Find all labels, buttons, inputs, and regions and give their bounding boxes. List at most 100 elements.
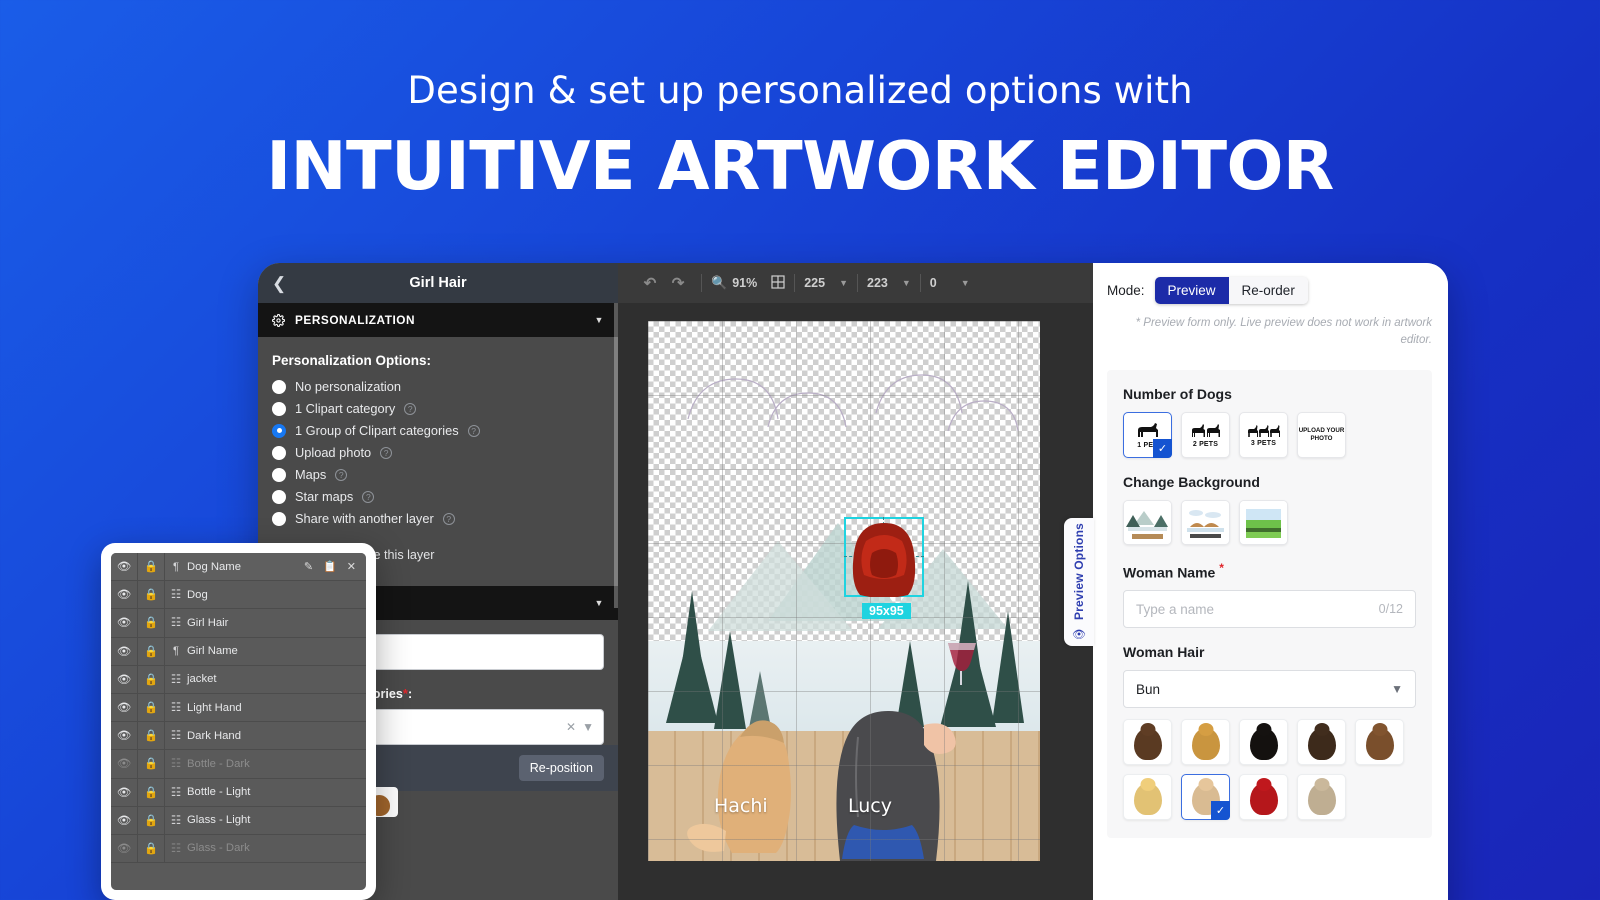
one-pet-tile[interactable]: 1 PET ✓ <box>1123 411 1172 458</box>
chevron-down-icon[interactable]: ▼ <box>839 278 848 288</box>
pencil-icon[interactable]: ✎ <box>304 560 313 573</box>
eye-icon[interactable]: 👁 <box>111 581 138 609</box>
radio-share-with-another-layer[interactable] <box>272 511 286 526</box>
upload-your-photo-tile[interactable]: UPLOAD YOUR PHOTO <box>1297 411 1346 458</box>
two-pets-tile[interactable]: 2 PETS <box>1181 411 1230 458</box>
eye-icon[interactable]: 👁 <box>111 637 138 665</box>
hair-swatch-dark-brown[interactable] <box>1123 719 1172 766</box>
option-1-clipart-category[interactable]: 1 Clipart category ? <box>272 401 604 416</box>
eye-icon[interactable]: 👁 <box>111 806 138 834</box>
table-row[interactable]: 👁 🔒 ☷ Glass - Dark <box>111 834 366 864</box>
table-row[interactable]: 👁 🔒 ☷ Bottle - Light <box>111 778 366 807</box>
mode-preview-button[interactable]: Preview <box>1154 277 1229 304</box>
undo-icon[interactable]: ↶ <box>636 274 664 292</box>
help-icon[interactable]: ? <box>442 512 455 525</box>
radio-1-group-of-clipart-categories[interactable] <box>272 423 286 438</box>
chevron-down-icon[interactable]: ▼ <box>1391 682 1403 696</box>
chevron-down-icon[interactable]: ▼ <box>961 278 970 288</box>
option-star-maps[interactable]: Star maps ? <box>272 489 604 504</box>
woman-name-input[interactable]: Type a name 0/12 <box>1123 590 1416 629</box>
lock-icon[interactable]: 🔒 <box>138 609 165 637</box>
preview-options-tab[interactable]: Preview Options 👁 <box>1064 518 1094 646</box>
mountain-lake-background-tile[interactable] <box>1123 499 1172 545</box>
help-icon[interactable]: ? <box>335 468 348 481</box>
hair-swatch-honey-blonde[interactable] <box>1181 719 1230 766</box>
hair-swatch-ash-blonde[interactable] <box>1297 774 1346 821</box>
eye-icon[interactable]: 👁 <box>111 693 138 722</box>
chevron-down-icon[interactable]: ▼ <box>595 598 604 608</box>
copy-icon[interactable]: 📋 <box>323 560 337 573</box>
table-row[interactable]: 👁 🔒 ☷ Light Hand <box>111 693 366 723</box>
personalization-section-header[interactable]: PERSONALIZATION ▼ <box>258 303 618 337</box>
width-control[interactable]: 225 ▼ <box>804 276 848 290</box>
help-icon[interactable]: ? <box>467 424 480 437</box>
dog-name-text[interactable]: Hachi <box>714 795 768 817</box>
hair-swatch-espresso[interactable] <box>1297 719 1346 766</box>
eye-icon[interactable]: 👁 <box>111 834 138 863</box>
eye-icon[interactable]: 👁 <box>111 750 138 778</box>
lock-icon[interactable]: 🔒 <box>138 778 165 806</box>
lock-icon[interactable]: 🔒 <box>138 806 165 834</box>
hair-swatch-red[interactable] <box>1239 774 1288 821</box>
radio-no-personalization[interactable] <box>272 379 286 394</box>
beach-background-tile[interactable] <box>1181 499 1230 545</box>
three-pets-tile[interactable]: 3 PETS <box>1239 411 1288 458</box>
required-marker: * <box>1219 560 1224 575</box>
artboard[interactable]: 95x95 Hachi Lucy <box>648 321 1040 861</box>
help-icon[interactable]: ? <box>362 490 375 503</box>
option-maps[interactable]: Maps ? <box>272 467 604 482</box>
green-field-background-tile[interactable] <box>1239 499 1288 545</box>
hair-swatch-black[interactable] <box>1239 719 1288 766</box>
eye-icon[interactable]: 👁 <box>111 778 138 806</box>
lock-icon[interactable]: 🔒 <box>138 553 165 581</box>
close-icon[interactable]: ✕ <box>347 560 356 573</box>
option-1-group-of-clipart-categories[interactable]: 1 Group of Clipart categories ? <box>272 423 604 438</box>
mode-reorder-button[interactable]: Re-order <box>1228 277 1308 304</box>
option-share-with-another-layer[interactable]: Share with another layer ? <box>272 511 604 526</box>
hair-swatch-golden-blonde[interactable] <box>1123 774 1172 821</box>
table-row[interactable]: 👁 🔒 ☷ Glass - Light <box>111 806 366 835</box>
radio-1-clipart-category[interactable] <box>272 401 286 416</box>
woman-name-title: Woman Name * <box>1123 561 1416 581</box>
redo-icon[interactable]: ↷ <box>664 274 692 292</box>
table-row[interactable]: 👁 🔒 ¶ Dog Name ✎ 📋 ✕ <box>111 553 366 582</box>
table-row[interactable]: 👁 🔒 ☷ Bottle - Dark <box>111 750 366 779</box>
table-row[interactable]: 👁 🔒 ☷ jacket <box>111 665 366 694</box>
reposition-button[interactable]: Re-position <box>518 755 604 781</box>
table-row[interactable]: 👁 🔒 ☷ Girl Hair <box>111 609 366 638</box>
help-icon[interactable]: ? <box>380 446 393 459</box>
rotation-control[interactable]: 0 ▼ <box>930 276 970 290</box>
hair-swatch-light-blonde[interactable]: ✓ <box>1181 774 1230 821</box>
chevron-down-icon[interactable]: ▼ <box>582 720 594 734</box>
chevron-down-icon[interactable]: ▼ <box>595 315 604 325</box>
eye-icon[interactable]: 👁 <box>111 665 138 693</box>
radio-maps[interactable] <box>272 467 286 482</box>
zoom-control[interactable]: 🔍 91% <box>711 275 757 291</box>
lock-icon[interactable]: 🔒 <box>138 750 165 778</box>
table-row[interactable]: 👁 🔒 ☷ Dog <box>111 581 366 610</box>
eye-icon[interactable]: 👁 <box>111 722 138 750</box>
woman-name-text[interactable]: Lucy <box>848 795 892 817</box>
lock-icon[interactable]: 🔒 <box>138 722 165 750</box>
radio-star-maps[interactable] <box>272 489 286 504</box>
eye-icon[interactable]: 👁 <box>111 609 138 637</box>
grid-icon[interactable] <box>771 274 785 292</box>
option-upload-photo[interactable]: Upload photo ? <box>272 445 604 460</box>
eye-icon[interactable]: 👁 <box>111 553 138 581</box>
lock-icon[interactable]: 🔒 <box>138 665 165 693</box>
chevron-down-icon[interactable]: ▼ <box>902 278 911 288</box>
table-row[interactable]: 👁 🔒 ☷ Dark Hand <box>111 722 366 751</box>
radio-upload-photo[interactable] <box>272 445 286 460</box>
table-row[interactable]: 👁 🔒 ¶ Girl Name <box>111 637 366 666</box>
lock-icon[interactable]: 🔒 <box>138 693 165 722</box>
lock-icon[interactable]: 🔒 <box>138 637 165 665</box>
option-no-personalization[interactable]: No personalization <box>272 379 604 394</box>
height-control[interactable]: 223 ▼ <box>867 276 911 290</box>
hair-swatch-chestnut[interactable] <box>1355 719 1404 766</box>
close-icon[interactable]: ✕ <box>566 720 576 734</box>
lock-icon[interactable]: 🔒 <box>138 834 165 863</box>
lock-icon[interactable]: 🔒 <box>138 581 165 609</box>
chevron-left-icon[interactable]: ❮ <box>272 275 286 292</box>
help-icon[interactable]: ? <box>404 402 417 415</box>
woman-hair-style-select[interactable]: Bun ▼ <box>1123 670 1416 709</box>
